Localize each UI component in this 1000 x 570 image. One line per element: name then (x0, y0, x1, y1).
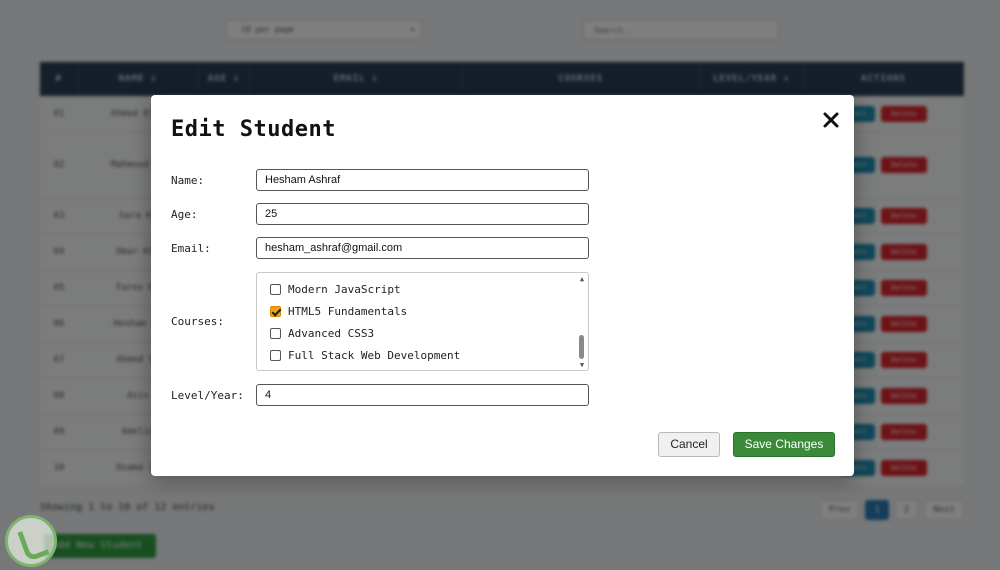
scrollbar-thumb[interactable] (579, 335, 584, 359)
course-label: Modern JavaScript (288, 283, 401, 296)
cancel-button[interactable]: Cancel (658, 432, 720, 457)
edit-student-modal: Edit Student Name: Age: Email: Courses: … (151, 95, 854, 476)
course-option-modern-javascript[interactable]: Modern JavaScript (270, 283, 401, 296)
name-field[interactable] (256, 169, 589, 191)
course-checkbox[interactable] (270, 328, 281, 339)
save-changes-button[interactable]: Save Changes (733, 432, 835, 457)
level-year-field[interactable] (256, 384, 589, 406)
age-label: Age: (171, 208, 198, 221)
scroll-down-icon[interactable]: ▼ (578, 361, 586, 369)
course-option-html5-fundamentals[interactable]: HTML5 Fundamentals (270, 305, 407, 318)
course-label: Full Stack Web Development (288, 349, 461, 362)
courses-label: Courses: (171, 315, 224, 328)
course-checkbox[interactable] (270, 284, 281, 295)
email-label: Email: (171, 242, 211, 255)
course-checkbox[interactable] (270, 350, 281, 361)
email-field[interactable] (256, 237, 589, 259)
course-option-full-stack-web-development[interactable]: Full Stack Web Development (270, 349, 460, 362)
scroll-up-icon[interactable]: ▲ (578, 275, 586, 283)
level-label: Level/Year: (171, 389, 244, 402)
age-field[interactable] (256, 203, 589, 225)
course-option-advanced-css3[interactable]: Advanced CSS3 (270, 327, 374, 340)
name-label: Name: (171, 174, 205, 187)
close-icon[interactable] (822, 111, 840, 129)
course-checkbox[interactable] (270, 306, 281, 317)
course-label: Advanced CSS3 (288, 327, 375, 340)
modal-title: Edit Student (171, 117, 336, 142)
logo-watermark-icon (5, 515, 57, 567)
course-label: HTML5 Fundamentals (288, 305, 408, 318)
courses-list[interactable]: Modern JavaScript HTML5 Fundamentals Adv… (256, 272, 589, 371)
courses-scrollbar[interactable]: ▲ ▼ (578, 275, 586, 369)
